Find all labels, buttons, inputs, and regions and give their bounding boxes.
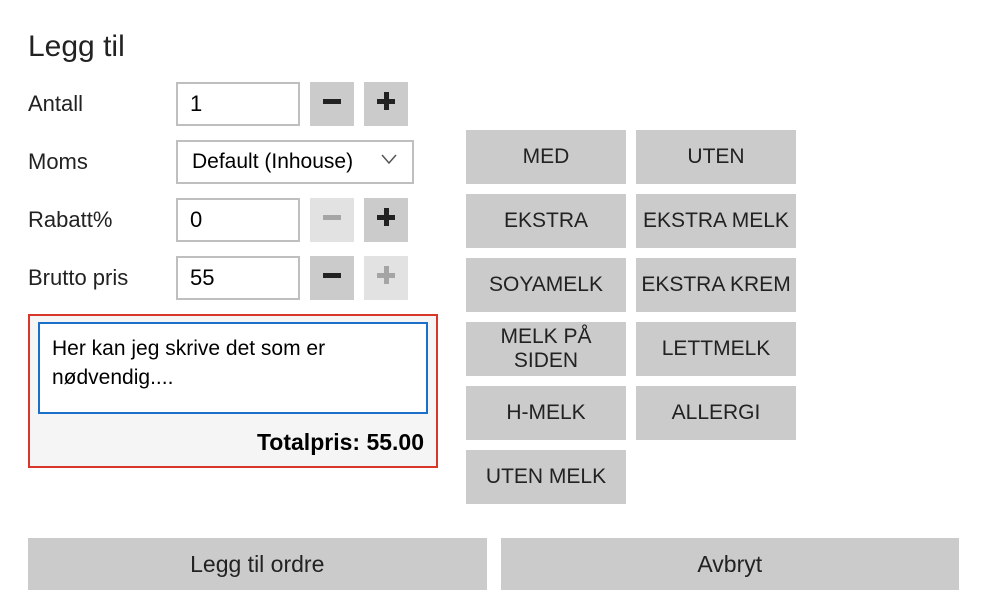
- brutto-plus-button[interactable]: [364, 256, 408, 300]
- rabatt-minus-button[interactable]: [310, 198, 354, 242]
- note-textarea[interactable]: [38, 322, 428, 414]
- tag-uten[interactable]: UTEN: [636, 130, 796, 184]
- chevron-down-icon: [380, 150, 398, 174]
- brutto-minus-button[interactable]: [310, 256, 354, 300]
- rabatt-plus-button[interactable]: [364, 198, 408, 242]
- plus-icon: [375, 264, 397, 293]
- label-rabatt: Rabatt%: [28, 207, 176, 233]
- cancel-button[interactable]: Avbryt: [501, 538, 960, 590]
- add-to-order-button[interactable]: Legg til ordre: [28, 538, 487, 590]
- row-rabatt: Rabatt%: [28, 198, 438, 242]
- total-row: Totalpris: 55.00: [38, 419, 428, 456]
- label-brutto: Brutto pris: [28, 265, 176, 291]
- minus-icon: [321, 90, 343, 119]
- tag-ekstra-melk[interactable]: EKSTRA MELK: [636, 194, 796, 248]
- tag-soyamelk[interactable]: SOYAMELK: [466, 258, 626, 312]
- total-value: 55.00: [366, 429, 424, 455]
- tag-h-melk[interactable]: H-MELK: [466, 386, 626, 440]
- left-column: Antall Moms Default (Inhouse): [28, 82, 438, 504]
- row-antall: Antall: [28, 82, 438, 126]
- select-moms[interactable]: Default (Inhouse): [176, 140, 414, 184]
- label-moms: Moms: [28, 149, 176, 175]
- antall-plus-button[interactable]: [364, 82, 408, 126]
- right-column: MED UTEN EKSTRA EKSTRA MELK SOYAMELK EKS…: [466, 82, 959, 504]
- tag-lettmelk[interactable]: LETTMELK: [636, 322, 796, 376]
- note-highlight-box: Totalpris: 55.00: [28, 314, 438, 468]
- row-moms: Moms Default (Inhouse): [28, 140, 438, 184]
- input-rabatt[interactable]: [176, 198, 300, 242]
- page-title: Legg til: [28, 30, 959, 64]
- tag-allergi[interactable]: ALLERGI: [636, 386, 796, 440]
- total-label: Totalpris:: [257, 429, 360, 455]
- label-antall: Antall: [28, 91, 176, 117]
- input-brutto[interactable]: [176, 256, 300, 300]
- input-antall[interactable]: [176, 82, 300, 126]
- plus-icon: [375, 90, 397, 119]
- antall-minus-button[interactable]: [310, 82, 354, 126]
- minus-icon: [321, 264, 343, 293]
- tag-med[interactable]: MED: [466, 130, 626, 184]
- tag-ekstra[interactable]: EKSTRA: [466, 194, 626, 248]
- footer: Legg til ordre Avbryt: [28, 538, 959, 590]
- plus-icon: [375, 206, 397, 235]
- tag-melk-pa-siden[interactable]: MELK PÅ SIDEN: [466, 322, 626, 376]
- select-moms-value: Default (Inhouse): [192, 150, 353, 174]
- tag-ekstra-krem[interactable]: EKSTRA KREM: [636, 258, 796, 312]
- minus-icon: [321, 206, 343, 235]
- tag-uten-melk[interactable]: UTEN MELK: [466, 450, 626, 504]
- tag-grid: MED UTEN EKSTRA EKSTRA MELK SOYAMELK EKS…: [466, 130, 959, 504]
- row-brutto: Brutto pris: [28, 256, 438, 300]
